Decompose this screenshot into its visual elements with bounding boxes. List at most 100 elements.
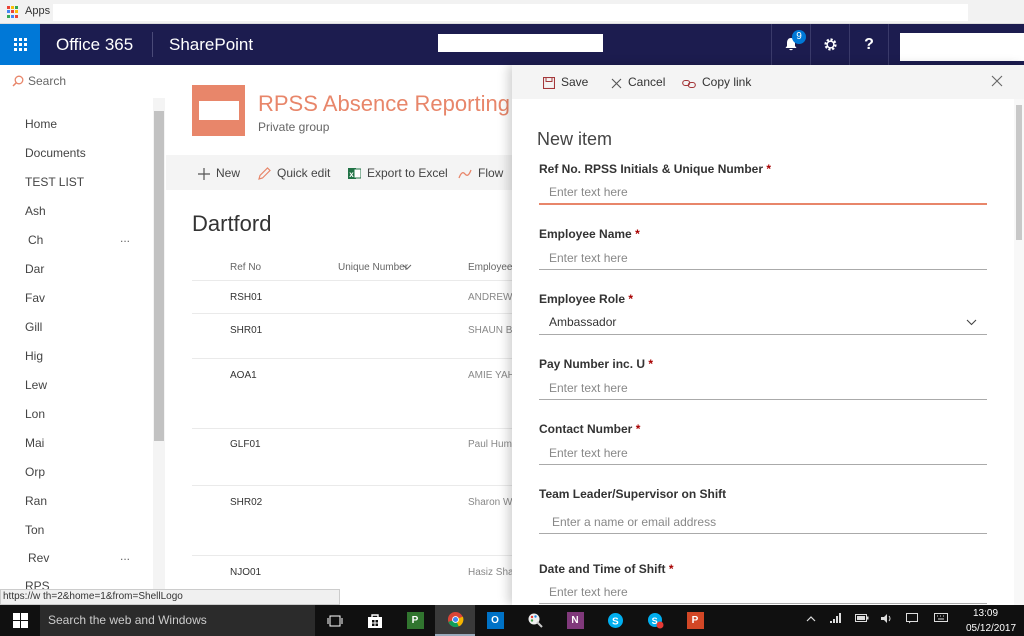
help-button[interactable]: ? (849, 24, 888, 65)
copy-link-button[interactable]: Copy link (682, 75, 751, 89)
office365-brand-link[interactable]: Office 365 (56, 35, 133, 55)
store-app[interactable] (355, 605, 395, 636)
export-label: Export to Excel (367, 166, 448, 180)
gear-icon (823, 38, 837, 51)
team-leader-people-picker[interactable] (539, 510, 987, 534)
nav-item-ch-more-button[interactable]: ... (120, 231, 130, 245)
cell-employee[interactable]: Paul Hum (468, 439, 512, 450)
panel-scrollbar-thumb[interactable] (1016, 105, 1022, 240)
suite-divider (152, 32, 153, 57)
contact-number-field[interactable] (539, 441, 987, 465)
save-button[interactable]: Save (542, 75, 589, 90)
cell-employee[interactable]: AMIE YAH (468, 370, 512, 381)
project-app[interactable]: P (395, 605, 435, 636)
apps-grid-icon[interactable] (7, 6, 19, 18)
skype-app[interactable]: S (595, 605, 635, 636)
pay-number-field[interactable] (539, 376, 987, 400)
outlook-app[interactable]: O (475, 605, 515, 636)
notifications-button[interactable]: 9 (771, 24, 810, 65)
help-icon: ? (864, 35, 874, 53)
nav-item-ch[interactable]: Ch (28, 233, 43, 247)
nav-item-lew[interactable]: Lew (25, 378, 47, 392)
cell-employee[interactable]: Hasiz Shaz (468, 567, 512, 578)
cell-employee[interactable]: SHAUN BL (468, 325, 512, 336)
nav-item-rev-more-button[interactable]: ... (120, 549, 130, 563)
taskbar-search-box[interactable]: Search the web and Windows (40, 605, 315, 636)
task-view-button[interactable] (315, 605, 355, 636)
redacted-tenant-box (438, 34, 603, 52)
network-icon[interactable] (830, 613, 842, 626)
new-item-panel: Save Cancel Copy link New item Ref No. R… (512, 65, 1024, 605)
app-launcher-button[interactable] (0, 24, 40, 65)
redacted-user-profile[interactable] (900, 33, 1024, 61)
row-divider (192, 428, 512, 429)
apps-link[interactable]: Apps (25, 5, 50, 17)
tray-chevron-up-icon[interactable] (806, 613, 816, 625)
nav-item-dar[interactable]: Dar (25, 262, 44, 276)
paint-app[interactable] (515, 605, 555, 636)
start-button[interactable] (0, 605, 40, 636)
date-time-field[interactable] (539, 580, 987, 604)
action-center-icon[interactable] (906, 613, 918, 627)
contact-number-label-text: Contact Number (539, 422, 633, 436)
cell-ref-no[interactable]: GLF01 (230, 439, 261, 450)
nav-item-home[interactable]: Home (25, 117, 57, 131)
keyboard-icon[interactable] (934, 613, 948, 625)
save-label: Save (561, 75, 589, 89)
cell-ref-no[interactable]: AOA1 (230, 370, 257, 381)
flow-button[interactable]: Flow (458, 166, 503, 180)
nav-item-documents[interactable]: Documents (25, 146, 86, 160)
cell-employee[interactable]: ANDREW (468, 292, 512, 303)
onenote-app[interactable]: N (555, 605, 595, 636)
powerpoint-app[interactable]: P (675, 605, 715, 636)
quick-edit-button[interactable]: Quick edit (258, 166, 330, 180)
cancel-button[interactable]: Cancel (611, 75, 665, 89)
nav-item-fav[interactable]: Fav (25, 291, 45, 305)
new-item-label: New (216, 166, 241, 180)
nav-item-rev[interactable]: Rev (28, 551, 49, 565)
cell-ref-no[interactable]: RSH01 (230, 292, 262, 303)
skype-icon: S (607, 613, 623, 628)
settings-button[interactable] (810, 24, 849, 65)
column-header-employee[interactable]: Employee (468, 262, 512, 273)
cell-ref-no[interactable]: NJO01 (230, 567, 261, 578)
nav-item-gill[interactable]: Gill (25, 320, 42, 334)
nav-scrollbar-thumb[interactable] (154, 111, 164, 441)
store-icon (368, 613, 382, 628)
row-divider (192, 358, 512, 359)
cell-employee[interactable]: Sharon W (468, 497, 512, 508)
column-header-ref-no[interactable]: Ref No (230, 262, 261, 273)
nav-item-ton[interactable]: Ton (25, 523, 44, 537)
sharepoint-app-link[interactable]: SharePoint (169, 35, 253, 55)
new-item-button[interactable]: New (198, 166, 240, 180)
row-divider (192, 555, 512, 556)
nav-item-mai[interactable]: Mai (25, 436, 44, 450)
chrome-app[interactable] (435, 605, 475, 636)
ref-no-field[interactable] (539, 181, 987, 205)
skype-business-app[interactable]: S (635, 605, 675, 636)
cell-ref-no[interactable]: SHR02 (230, 497, 262, 508)
nav-item-ash[interactable]: Ash (25, 204, 46, 218)
required-marker: * (635, 227, 640, 241)
taskbar-clock-date[interactable]: 05/12/2017 (966, 623, 1016, 634)
nav-item-ran[interactable]: Ran (25, 494, 47, 508)
nav-search-box[interactable]: Search (12, 74, 66, 88)
employee-role-dropdown[interactable]: Ambassador (539, 311, 987, 335)
nav-item-test-list[interactable]: TEST LIST (25, 175, 84, 189)
export-to-excel-button[interactable]: x Export to Excel (348, 166, 448, 180)
chevron-down-icon[interactable] (402, 264, 412, 271)
close-panel-icon[interactable] (990, 74, 1004, 88)
cell-ref-no[interactable]: SHR01 (230, 325, 262, 336)
nav-item-lon[interactable]: Lon (25, 407, 45, 421)
suite-bar: Office 365 SharePoint 9 ? (0, 24, 1024, 65)
volume-icon[interactable] (880, 613, 893, 627)
battery-icon[interactable] (855, 613, 869, 625)
taskbar-clock-time[interactable]: 13:09 (973, 608, 998, 619)
employee-role-label: Employee Role * (539, 292, 633, 306)
site-logo[interactable] (192, 85, 245, 136)
nav-item-hig[interactable]: Hig (25, 349, 43, 363)
employee-name-field[interactable] (539, 246, 987, 270)
nav-item-orp[interactable]: Orp (25, 465, 45, 479)
required-marker: * (766, 162, 772, 176)
site-title[interactable]: RPSS Absence Reporting (258, 91, 510, 117)
